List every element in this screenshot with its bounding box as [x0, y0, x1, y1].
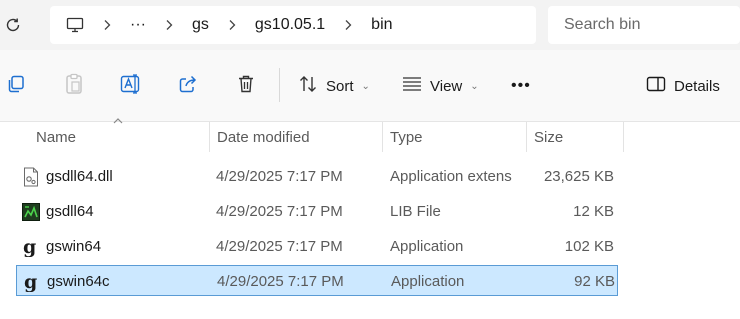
- view-icon: [402, 76, 422, 97]
- file-date: 4/29/2025 7:17 PM: [216, 168, 343, 185]
- details-pane-button[interactable]: Details: [646, 74, 720, 98]
- column-header-size[interactable]: Size: [534, 122, 618, 152]
- file-name: gswin64c: [47, 273, 110, 290]
- refresh-icon[interactable]: [2, 14, 24, 36]
- file-row[interactable]: gsdll64 4/29/2025 7:17 PM LIB File 12 KB: [16, 196, 618, 227]
- more-icon: •••: [511, 77, 531, 94]
- sort-label: Sort: [326, 77, 354, 95]
- file-row-selected[interactable]: g gswin64c 4/29/2025 7:17 PM Application…: [16, 265, 618, 296]
- file-name: gsdll64: [46, 203, 94, 220]
- view-label: View: [430, 77, 463, 95]
- file-size: 12 KB: [573, 203, 614, 220]
- copy-button[interactable]: [6, 74, 26, 98]
- file-size: 92 KB: [574, 273, 615, 290]
- breadcrumb-overflow[interactable]: ···: [130, 16, 146, 34]
- svg-text:g: g: [23, 237, 36, 257]
- dll-file-icon: [22, 167, 40, 187]
- chevron-down-icon: ⌄: [361, 80, 370, 92]
- column-divider[interactable]: [623, 122, 624, 152]
- trash-icon: [236, 74, 256, 99]
- this-pc-icon[interactable]: [66, 17, 84, 33]
- rename-icon: [120, 73, 142, 99]
- view-button[interactable]: View ⌄: [402, 74, 479, 98]
- file-date: 4/29/2025 7:17 PM: [216, 238, 343, 255]
- details-label: Details: [674, 77, 720, 95]
- chevron-right-icon: [343, 19, 353, 31]
- paste-icon: [64, 73, 84, 100]
- address-bar[interactable]: ··· gs gs10.05.1 bin: [50, 6, 536, 44]
- column-divider[interactable]: [382, 122, 383, 152]
- chevron-right-icon: [102, 19, 112, 31]
- ghostscript-app-icon: g: [23, 271, 41, 293]
- column-divider[interactable]: [526, 122, 527, 152]
- command-bar: Sort ⌄ View ⌄ ••• Details: [0, 50, 740, 122]
- sort-button[interactable]: Sort ⌄: [298, 74, 370, 98]
- sort-icon: [298, 74, 318, 99]
- file-type: Application: [391, 273, 465, 290]
- file-name: gsdll64.dll: [46, 168, 113, 185]
- address-bar-area: ··· gs gs10.05.1 bin Search bin: [0, 0, 740, 50]
- chevron-right-icon: [164, 19, 174, 31]
- chevron-down-icon: ⌄: [470, 80, 479, 92]
- share-icon: [178, 74, 198, 99]
- search-input[interactable]: Search bin: [548, 6, 740, 44]
- column-divider[interactable]: [209, 122, 210, 152]
- file-size: 102 KB: [564, 238, 614, 255]
- file-row[interactable]: g gswin64 4/29/2025 7:17 PM Application …: [16, 231, 618, 262]
- breadcrumb-item[interactable]: gs: [192, 16, 209, 34]
- delete-button[interactable]: [236, 74, 256, 98]
- file-type: Application extens: [390, 168, 512, 185]
- share-button[interactable]: [178, 74, 198, 98]
- breadcrumb-item[interactable]: gs10.05.1: [255, 16, 325, 34]
- lib-file-icon: [22, 202, 40, 222]
- breadcrumb-item[interactable]: bin: [371, 16, 392, 34]
- file-date: 4/29/2025 7:17 PM: [216, 203, 343, 220]
- column-header-date[interactable]: Date modified: [217, 122, 377, 152]
- copy-icon: [6, 74, 26, 99]
- column-header-name[interactable]: Name: [36, 122, 206, 152]
- toolbar-divider: [279, 68, 280, 102]
- file-type: Application: [390, 238, 464, 255]
- more-options-button[interactable]: •••: [511, 74, 531, 98]
- chevron-right-icon: [227, 19, 237, 31]
- file-name: gswin64: [46, 238, 102, 255]
- rename-button[interactable]: [120, 73, 142, 99]
- file-type: LIB File: [390, 203, 441, 220]
- paste-button[interactable]: [64, 73, 84, 100]
- file-size: 23,625 KB: [543, 168, 614, 185]
- details-pane-icon: [646, 76, 666, 97]
- ghostscript-app-icon: g: [22, 236, 40, 258]
- column-header-type[interactable]: Type: [390, 122, 520, 152]
- file-row[interactable]: gsdll64.dll 4/29/2025 7:17 PM Applicatio…: [16, 161, 618, 192]
- file-date: 4/29/2025 7:17 PM: [217, 273, 344, 290]
- svg-text:g: g: [24, 272, 37, 292]
